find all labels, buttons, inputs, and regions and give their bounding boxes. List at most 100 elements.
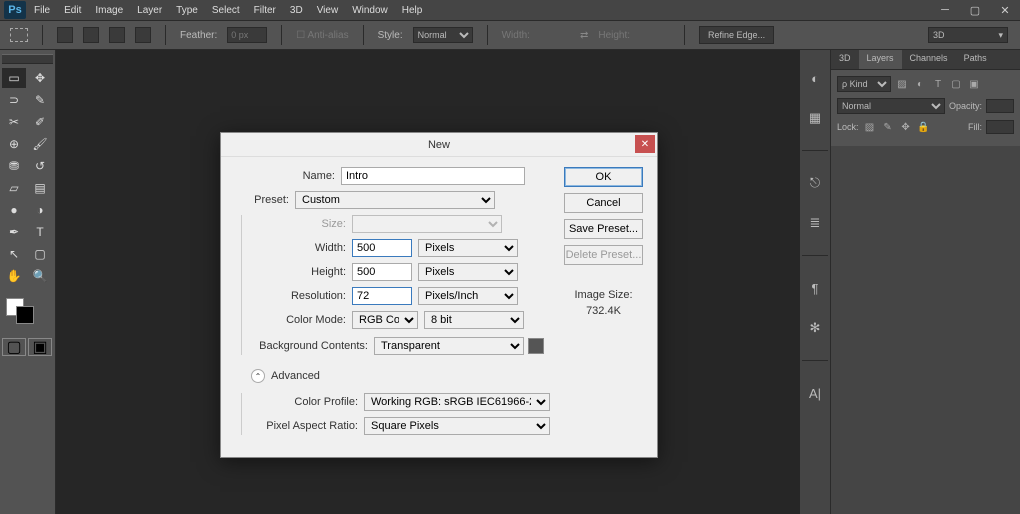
name-label: Name:	[235, 170, 341, 182]
dialog-titlebar[interactable]: New ✕	[221, 133, 657, 157]
width-input[interactable]	[352, 239, 412, 257]
colormode-label: Color Mode:	[246, 314, 352, 326]
color-swatches[interactable]	[2, 294, 53, 328]
maximize-icon[interactable]: ▢	[960, 0, 990, 20]
opacity-input[interactable]	[986, 99, 1014, 113]
path-tool-icon[interactable]: ↖	[2, 244, 26, 264]
menu-select[interactable]: Select	[212, 5, 240, 16]
feather-input[interactable]	[227, 27, 267, 43]
swatches-panel-icon[interactable]: ▦	[805, 108, 825, 128]
tab-channels[interactable]: Channels	[902, 50, 956, 69]
move-tool-icon[interactable]: ✥	[28, 68, 52, 88]
lock-position-icon[interactable]: ✥	[899, 120, 913, 134]
menu-type[interactable]: Type	[176, 5, 198, 16]
color-panel-icon[interactable]: ◐	[805, 68, 825, 88]
character-panel-icon[interactable]: ✻	[805, 318, 825, 338]
eraser-tool-icon[interactable]: ▱	[2, 178, 26, 198]
dodge-tool-icon[interactable]: ◑	[28, 200, 52, 220]
selection-new-icon[interactable]	[57, 27, 73, 43]
paragraph-panel-icon[interactable]: ¶	[805, 278, 825, 298]
brush-tool-icon[interactable]: 🖌	[28, 134, 52, 154]
colormode-select[interactable]: RGB Color	[352, 311, 418, 329]
menu-window[interactable]: Window	[352, 5, 388, 16]
pixelaspect-select[interactable]: Square Pixels	[364, 417, 550, 435]
selection-add-icon[interactable]	[83, 27, 99, 43]
standard-mode-icon[interactable]: ▢	[2, 338, 26, 356]
preset-select[interactable]: Custom	[295, 191, 495, 209]
tab-paths[interactable]: Paths	[956, 50, 995, 69]
filter-type-icon[interactable]: T	[931, 77, 945, 91]
shape-tool-icon[interactable]: ▢	[28, 244, 52, 264]
opt-width-label: Width:	[502, 30, 530, 41]
blur-tool-icon[interactable]: ●	[2, 200, 26, 220]
close-icon[interactable]: ✕	[990, 0, 1020, 20]
new-document-dialog: New ✕ Name: Preset: Custom Size: Width:	[220, 132, 658, 458]
width-unit-select[interactable]: Pixels	[418, 239, 518, 257]
cancel-button[interactable]: Cancel	[564, 193, 643, 213]
eyedropper-tool-icon[interactable]: ✐	[28, 112, 52, 132]
selection-intersect-icon[interactable]	[135, 27, 151, 43]
type-panel-icon[interactable]: A|	[805, 383, 825, 403]
zoom-tool-icon[interactable]: 🔍	[28, 266, 52, 286]
name-input[interactable]	[341, 167, 525, 185]
adjustments-panel-icon[interactable]: ⎋	[805, 173, 825, 193]
lasso-tool-icon[interactable]: ⊃	[2, 90, 26, 110]
resolution-unit-select[interactable]: Pixels/Inch	[418, 287, 518, 305]
refine-edge-button[interactable]: Refine Edge...	[699, 26, 774, 44]
lock-all-icon[interactable]: 🔒	[917, 120, 931, 134]
menu-3d[interactable]: 3D	[290, 5, 303, 16]
blend-mode-select[interactable]: Normal	[837, 98, 945, 114]
resolution-input[interactable]	[352, 287, 412, 305]
bgcontents-select[interactable]: Transparent	[374, 337, 524, 355]
tool-preset-icon[interactable]	[10, 28, 28, 42]
colordepth-select[interactable]: 8 bit	[424, 311, 524, 329]
quickmask-mode-icon[interactable]: ▣	[28, 338, 52, 356]
menu-view[interactable]: View	[317, 5, 339, 16]
right-icon-strip: ◐ ▦ ⎋ ≣ ¶ ✻ A|	[800, 50, 830, 514]
menu-layer[interactable]: Layer	[137, 5, 162, 16]
minimize-icon[interactable]: ─	[930, 0, 960, 20]
menu-filter[interactable]: Filter	[254, 5, 276, 16]
toolbox-grip[interactable]	[2, 54, 53, 64]
height-input[interactable]	[352, 263, 412, 281]
pen-tool-icon[interactable]: ✒	[2, 222, 26, 242]
hand-tool-icon[interactable]: ✋	[2, 266, 26, 286]
tab-layers[interactable]: Layers	[859, 50, 902, 69]
filter-adjust-icon[interactable]: ◐	[913, 77, 927, 91]
quickselect-tool-icon[interactable]: ✎	[28, 90, 52, 110]
gradient-tool-icon[interactable]: ▤	[28, 178, 52, 198]
height-unit-select[interactable]: Pixels	[418, 263, 518, 281]
fill-input[interactable]	[986, 120, 1014, 134]
filter-shape-icon[interactable]: ▢	[949, 77, 963, 91]
size-label: Size:	[246, 218, 352, 230]
healing-tool-icon[interactable]: ⊕	[2, 134, 26, 154]
save-preset-button[interactable]: Save Preset...	[564, 219, 643, 239]
ok-button[interactable]: OK	[564, 167, 643, 187]
stamp-tool-icon[interactable]: ⛃	[2, 156, 26, 176]
style-select[interactable]: Normal	[413, 27, 473, 43]
menu-file[interactable]: File	[34, 5, 50, 16]
type-tool-icon[interactable]: T	[28, 222, 52, 242]
styles-panel-icon[interactable]: ≣	[805, 213, 825, 233]
lock-pixels-icon[interactable]: ✎	[881, 120, 895, 134]
background-swatch[interactable]	[16, 306, 34, 324]
colorprofile-select[interactable]: Working RGB: sRGB IEC61966-2.1	[364, 393, 550, 411]
marquee-tool-icon[interactable]: ▭	[2, 68, 26, 88]
swap-icon[interactable]: ⇄	[580, 30, 588, 41]
lock-transparency-icon[interactable]: ▨	[863, 120, 877, 134]
filter-smart-icon[interactable]: ▣	[967, 77, 981, 91]
crop-tool-icon[interactable]: ✂	[2, 112, 26, 132]
selection-subtract-icon[interactable]	[109, 27, 125, 43]
dialog-close-button[interactable]: ✕	[635, 135, 655, 153]
colorprofile-label: Color Profile:	[246, 396, 364, 408]
filter-pixel-icon[interactable]: ▨	[895, 77, 909, 91]
mode-3d-select[interactable]: 3D▾	[928, 27, 1008, 43]
bg-color-swatch[interactable]	[528, 338, 544, 354]
menu-image[interactable]: Image	[95, 5, 123, 16]
tab-3d[interactable]: 3D	[831, 50, 859, 69]
history-brush-icon[interactable]: ↺	[28, 156, 52, 176]
filter-kind-select[interactable]: ρ Kind	[837, 76, 891, 92]
menu-help[interactable]: Help	[402, 5, 423, 16]
advanced-toggle[interactable]: ⌃ Advanced	[251, 369, 550, 383]
menu-edit[interactable]: Edit	[64, 5, 81, 16]
